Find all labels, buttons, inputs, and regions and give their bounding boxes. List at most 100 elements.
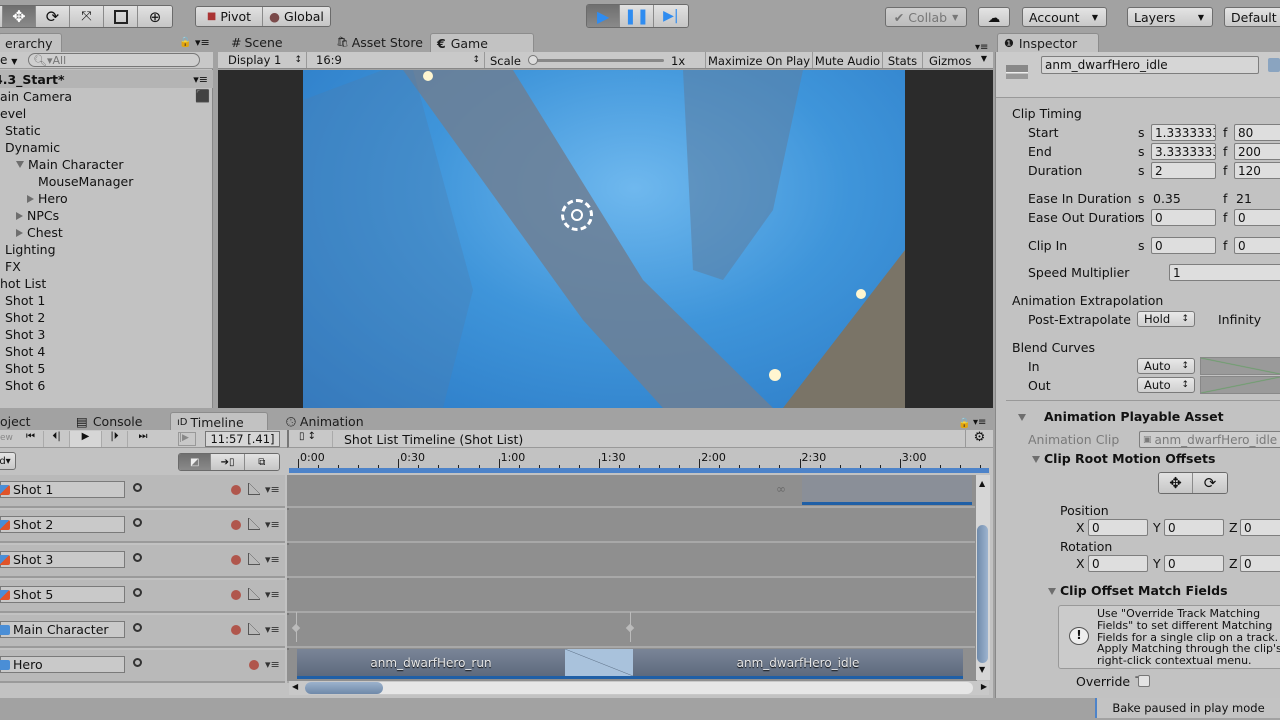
track-binding-target-icon[interactable] xyxy=(133,623,142,632)
expand-arrow-closed-icon[interactable] xyxy=(16,211,23,220)
layers-dropdown[interactable]: Layers ▼ xyxy=(1127,7,1213,27)
hierarchy-item[interactable]: hot List xyxy=(0,275,46,292)
collab-button[interactable]: ✔ Collab ▼ xyxy=(885,7,967,27)
rotation-z-field[interactable]: 0 xyxy=(1240,555,1280,572)
rotate-tool[interactable]: ⟳ xyxy=(36,6,70,27)
scene-menu-icon[interactable]: ▾≡ xyxy=(193,73,208,86)
asset-selector-dropdown[interactable]: ▯ ↕ xyxy=(299,431,333,447)
tab-timeline[interactable]: ıD Timeline xyxy=(170,412,268,431)
timeline-vertical-scrollbar[interactable]: ▲ ▼ xyxy=(976,475,990,680)
ease-out-seconds-field[interactable]: 0 xyxy=(1151,209,1216,226)
mute-audio-button[interactable]: Mute Audio xyxy=(812,52,882,68)
blend-in-dropdown[interactable]: Auto xyxy=(1137,358,1195,374)
object-name-field[interactable]: anm_dwarfHero_idle xyxy=(1041,56,1259,74)
rect-tool[interactable] xyxy=(104,6,138,27)
override-checkbox[interactable] xyxy=(1138,675,1150,687)
timing-seconds-field[interactable]: 3.3333333 xyxy=(1151,143,1216,160)
rotate-offset-button[interactable]: ⟳ xyxy=(1193,473,1227,493)
play-range-button[interactable]: |▶ xyxy=(178,432,196,446)
time-ruler[interactable]: 0:00 0:30 1:00 1:30 2:00 2:30 3:00 xyxy=(289,449,993,475)
playable-asset-foldout[interactable]: Animation Playable Asset xyxy=(1018,409,1224,424)
move-offset-button[interactable]: ✥ xyxy=(1159,473,1194,493)
clip-anm-dwarfHero-idle[interactable]: anm_dwarfHero_idle xyxy=(633,649,963,679)
hierarchy-item[interactable]: Main Character xyxy=(0,156,124,173)
timeline-horizontal-scrollbar[interactable]: ◀ ▶ xyxy=(289,681,989,695)
position-z-field[interactable]: 0 xyxy=(1240,519,1280,536)
curves-icon[interactable] xyxy=(248,588,260,600)
curves-icon[interactable] xyxy=(248,553,260,565)
blend-out-dropdown[interactable]: Auto xyxy=(1137,377,1195,393)
prev-frame-button[interactable]: ⏴| xyxy=(44,431,70,447)
track-menu-icon[interactable]: ▾≡ xyxy=(265,553,280,566)
next-frame-button[interactable]: |⏵ xyxy=(102,431,128,447)
match-fields-foldout[interactable]: Clip Offset Match Fields xyxy=(1048,583,1228,598)
stats-button[interactable]: Stats xyxy=(882,52,922,68)
scroll-up-icon[interactable]: ▲ xyxy=(979,479,985,488)
timing-frames-field[interactable]: 200 xyxy=(1234,143,1280,160)
hierarchy-item[interactable]: Chest xyxy=(0,224,63,241)
track-name-field[interactable]: Shot 2 xyxy=(0,516,125,533)
track-menu-icon[interactable]: ▾≡ xyxy=(265,588,280,601)
clip-in-frames-field[interactable]: 0 xyxy=(1234,237,1280,254)
blend-region[interactable] xyxy=(565,649,633,679)
record-button[interactable] xyxy=(231,590,241,600)
curves-icon[interactable] xyxy=(248,623,260,635)
scroll-left-icon[interactable]: ◀ xyxy=(292,682,298,691)
track-menu-icon[interactable]: ▾≡ xyxy=(265,658,280,671)
hierarchy-item[interactable]: evel xyxy=(0,105,26,122)
track-lane[interactable] xyxy=(287,510,975,543)
scene-header[interactable]: 4.3_Start* ▾≡ xyxy=(0,70,213,88)
track-lane[interactable] xyxy=(287,615,975,648)
scale-slider-thumb[interactable] xyxy=(528,55,538,65)
tab-console[interactable]: ▤ Console xyxy=(70,412,160,431)
track-header[interactable]: Shot 5 ▾≡ xyxy=(0,580,285,613)
timing-frames-field[interactable]: 120 xyxy=(1234,162,1280,179)
time-display-field[interactable]: 11:57 [.41] xyxy=(205,431,280,447)
tab-hierarchy[interactable]: erarchy xyxy=(0,33,62,52)
ease-out-frames-field[interactable]: 0 xyxy=(1234,209,1280,226)
cloud-button[interactable]: ☁ xyxy=(978,7,1010,27)
maximize-on-play-button[interactable]: Maximize On Play xyxy=(705,52,812,68)
track-name-field[interactable]: Shot 1 xyxy=(0,481,125,498)
track-menu-icon[interactable]: ▾≡ xyxy=(265,623,280,636)
layout-dropdown[interactable]: Default xyxy=(1224,7,1280,27)
scroll-right-icon[interactable]: ▶ xyxy=(981,682,987,691)
rotation-y-field[interactable]: 0 xyxy=(1164,555,1224,572)
timeline-asset-breadcrumb[interactable]: Shot List Timeline (Shot List) xyxy=(344,432,523,447)
pivot-button[interactable]: ■ Pivot xyxy=(196,7,263,26)
track-header[interactable]: Shot 1 ▾≡ xyxy=(0,475,285,508)
timeline-play-button[interactable]: ▶ xyxy=(70,431,102,447)
track-name-field[interactable]: Shot 5 xyxy=(0,586,125,603)
scale-tool[interactable]: ⤧ xyxy=(70,6,104,27)
timing-seconds-field[interactable]: 1.3333333 xyxy=(1151,124,1216,141)
timing-seconds-field[interactable]: 2 xyxy=(1151,162,1216,179)
track-binding-target-icon[interactable] xyxy=(133,588,142,597)
hierarchy-item[interactable]: Dynamic xyxy=(0,139,60,156)
timeline-panel-menu-icon[interactable]: ▾≡ xyxy=(973,417,986,428)
track-name-field[interactable]: Shot 3 xyxy=(0,551,125,568)
tab-project[interactable]: oject xyxy=(0,412,54,431)
record-button[interactable] xyxy=(231,625,241,635)
rotation-x-field[interactable]: 0 xyxy=(1088,555,1148,572)
clip-anm-dwarfHero-run[interactable]: anm_dwarfHero_run xyxy=(297,649,565,679)
transform-tool[interactable]: ⊕ xyxy=(138,6,172,27)
global-button[interactable]: ● Global xyxy=(263,7,330,26)
preview-toggle[interactable]: ew xyxy=(0,433,13,443)
hierarchy-item[interactable]: MouseManager xyxy=(0,173,133,190)
replace-mode-button[interactable]: ⧉ xyxy=(244,454,279,470)
speed-multiplier-field[interactable]: 1 xyxy=(1169,264,1280,281)
display-dropdown[interactable]: Display 1 ↕ xyxy=(222,52,307,68)
tab-inspector[interactable]: ❶ Inspector xyxy=(997,33,1099,52)
timing-frames-field[interactable]: 80 xyxy=(1234,124,1280,141)
hierarchy-item[interactable]: Static xyxy=(0,122,41,139)
record-button[interactable] xyxy=(231,485,241,495)
post-extrapolate-dropdown[interactable]: Hold xyxy=(1137,311,1195,327)
tab-animation[interactable]: 🕓︎ Animation xyxy=(280,412,380,431)
account-dropdown[interactable]: Account ▼ xyxy=(1022,7,1107,27)
move-tool[interactable]: ✥ xyxy=(3,6,36,27)
track-header[interactable]: Main Character ▾≡ xyxy=(0,615,285,648)
record-button[interactable] xyxy=(231,520,241,530)
horizontal-scroll-thumb[interactable] xyxy=(305,682,383,694)
timeline-settings-button[interactable]: ⚙ xyxy=(965,430,993,448)
hierarchy-item[interactable]: Shot 3 xyxy=(0,326,45,343)
